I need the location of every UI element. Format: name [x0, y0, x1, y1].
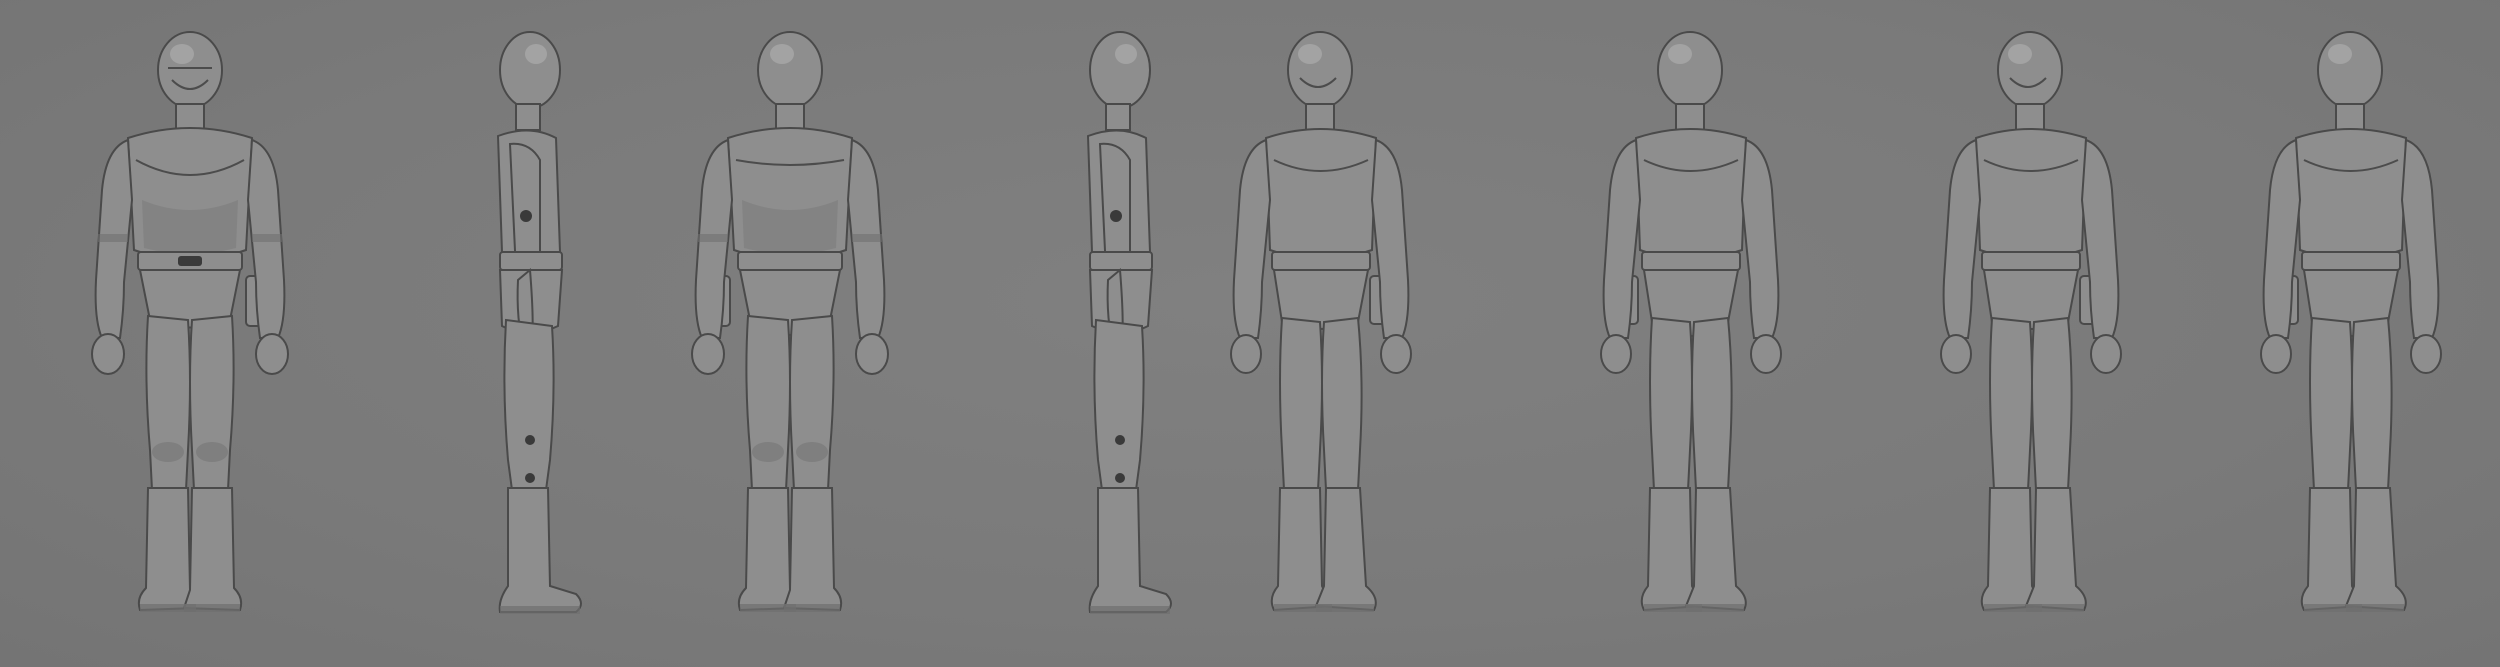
- figure-model-render: [1940, 31, 2122, 612]
- figure-side-view: [380, 20, 680, 630]
- figure-front-three-quarter-view: [1170, 20, 1470, 630]
- figure-model-render: [2260, 31, 2442, 612]
- figure-back-view: [640, 20, 940, 630]
- render-viewport: [0, 0, 2500, 667]
- figure-back-three-quarter-view: [1540, 20, 1840, 630]
- figure-back-three-quarter-view: [2200, 20, 2500, 630]
- figure-model-render: [496, 31, 582, 614]
- figure-model-render: [691, 31, 889, 612]
- figure-model-render: [91, 31, 289, 612]
- figure-model-render: [1230, 31, 1412, 612]
- figure-model-render: [1600, 31, 1782, 612]
- figure-front-view: [40, 20, 340, 630]
- figure-front-three-quarter-view: [1880, 20, 2180, 630]
